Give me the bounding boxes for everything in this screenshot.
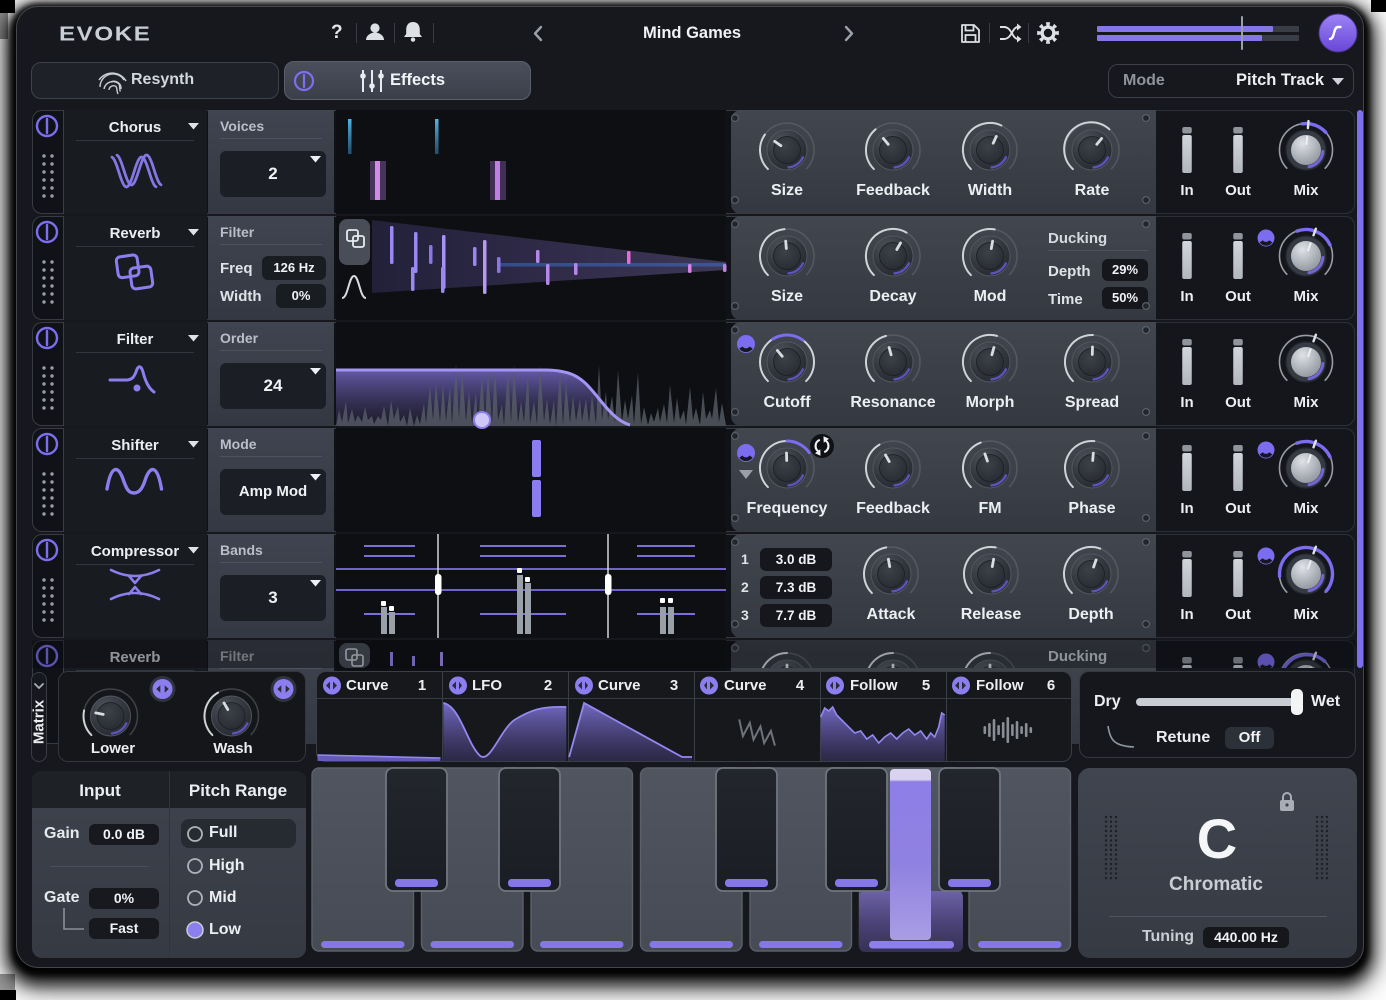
svg-text:Ducking: Ducking: [1048, 648, 1107, 665]
